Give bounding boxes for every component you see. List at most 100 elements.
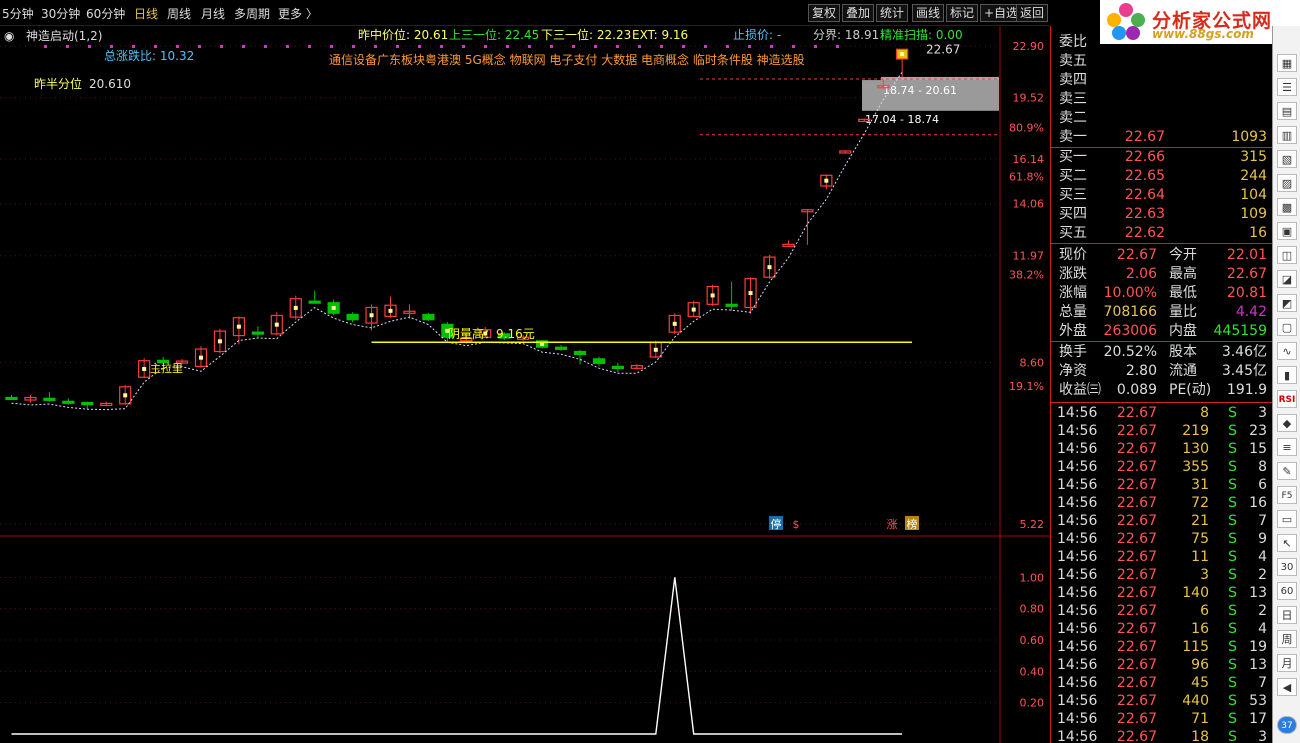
- stat-label: 涨幅: [1059, 285, 1087, 301]
- y-tick-label: 1.00: [1020, 571, 1045, 584]
- rsi-icon[interactable]: RSI: [1277, 390, 1297, 408]
- tf-weekly[interactable]: 周线: [167, 5, 191, 22]
- back-icon[interactable]: ◀: [1277, 678, 1297, 696]
- stat-label: 最低: [1169, 285, 1197, 301]
- table-icon[interactable]: ▤: [1277, 102, 1297, 120]
- tick-row: 14:56 22.67 8 S 3: [1051, 404, 1273, 422]
- tick-count: 17: [1249, 711, 1267, 727]
- kline-chart[interactable]: 20.61 - 20.8118.74 - 20.6117.04 - 18.74 …: [0, 26, 1050, 743]
- tf-multi[interactable]: 多周期: [234, 5, 270, 22]
- btn-stats[interactable]: 统计: [876, 4, 909, 22]
- tick-time: 14:56: [1057, 621, 1098, 637]
- marker-dot: [110, 45, 113, 48]
- doc-icon[interactable]: ▧: [1277, 150, 1297, 168]
- tick-count: 9: [1258, 531, 1267, 547]
- stat-row: 外盘 263006 内盘 445159: [1051, 322, 1273, 341]
- btn-back[interactable]: 返回: [1016, 4, 1049, 22]
- scan-label: 精准扫描: 0.00: [880, 28, 963, 42]
- tick-volume: 75: [1191, 531, 1209, 547]
- wave-icon[interactable]: ∿: [1277, 342, 1297, 360]
- btn-adjust[interactable]: 复权: [808, 4, 841, 22]
- y-tick-label: 0.20: [1020, 697, 1045, 710]
- tick-volume: 31: [1191, 477, 1209, 493]
- stat-row: 换手 20.52% 股本 3.46亿: [1051, 343, 1273, 362]
- tick-row: 14:56 22.67 3 S 2: [1051, 566, 1273, 584]
- sell-level-row: 卖五: [1051, 52, 1273, 71]
- stat-label: 换手: [1059, 344, 1087, 360]
- tick-side: S: [1228, 693, 1237, 709]
- btn-overlay[interactable]: 叠加: [842, 4, 875, 22]
- notification-badge[interactable]: 37: [1277, 716, 1297, 734]
- indicator-name: 神造启动(1,2): [26, 29, 102, 43]
- flag-text: 涨: [887, 518, 898, 531]
- kline-icon[interactable]: ▥: [1277, 126, 1297, 144]
- chart-area[interactable]: 20.61 - 20.8118.74 - 20.6117.04 - 18.74 …: [0, 26, 1050, 743]
- candle-body: [422, 313, 435, 321]
- marker-dot: [154, 45, 157, 48]
- sell-level-row: 卖二: [1051, 109, 1273, 128]
- marker-dot: [836, 45, 839, 48]
- tick-row: 14:56 22.67 96 S 13: [1051, 656, 1273, 674]
- period-week[interactable]: 周: [1277, 630, 1297, 648]
- tick-volume: 6: [1200, 603, 1209, 619]
- candle-marker: [388, 308, 393, 313]
- stat-row: 涨跌 2.06 最高 22.67: [1051, 265, 1273, 284]
- grid-icon[interactable]: ▦: [1277, 54, 1297, 72]
- list-icon[interactable]: ☰: [1277, 78, 1297, 96]
- btn-draw[interactable]: 画线: [912, 4, 945, 22]
- y-tick-label: 0.40: [1020, 665, 1045, 678]
- tick-row: 14:56 22.67 18 S 3: [1051, 728, 1273, 743]
- pointer-icon[interactable]: ↖: [1277, 534, 1297, 552]
- level-price: 22.64: [1124, 187, 1165, 203]
- tick-side: S: [1228, 495, 1237, 511]
- tick-side: S: [1228, 711, 1237, 727]
- tick-volume: 21: [1191, 513, 1209, 529]
- calendar-icon[interactable]: ▢: [1277, 318, 1297, 336]
- tf-monthly[interactable]: 月线: [201, 5, 225, 22]
- layers-icon[interactable]: ≡: [1277, 438, 1297, 456]
- period-60[interactable]: 60: [1277, 582, 1297, 600]
- collapse-icon[interactable]: ◉: [4, 29, 14, 43]
- level-price: 22.62: [1124, 225, 1165, 241]
- tf-more[interactable]: 更多 〉: [278, 5, 318, 22]
- btn-mark[interactable]: 标记: [946, 4, 979, 22]
- signal-line: [11, 577, 903, 735]
- tick-side: S: [1228, 531, 1237, 547]
- info-icon[interactable]: ◪: [1277, 270, 1297, 288]
- tick-volume: 8: [1200, 405, 1209, 421]
- monitor-icon[interactable]: ▭: [1277, 510, 1297, 528]
- tf-60min[interactable]: 60分钟: [86, 5, 125, 22]
- tf-30min[interactable]: 30分钟: [41, 5, 80, 22]
- tick-price: 22.67: [1116, 675, 1157, 691]
- bar-icon[interactable]: ▮: [1277, 366, 1297, 384]
- level-price: 22.65: [1124, 168, 1165, 184]
- news-icon[interactable]: ◩: [1277, 294, 1297, 312]
- pct-tick-label: 38.2%: [1009, 268, 1044, 281]
- fund-icon[interactable]: ◫: [1277, 246, 1297, 264]
- tick-count: 7: [1258, 513, 1267, 529]
- pen-icon[interactable]: ✎: [1277, 462, 1297, 480]
- tick-row: 14:56 22.67 440 S 53: [1051, 692, 1273, 710]
- period-month[interactable]: 月: [1277, 654, 1297, 672]
- buy-level-row: 买三 22.64 104: [1051, 186, 1273, 205]
- tick-row: 14:56 22.67 71 S 17: [1051, 710, 1273, 728]
- level-volume: 315: [1240, 149, 1267, 165]
- level-label: 买二: [1059, 168, 1087, 184]
- tick-count: 13: [1249, 657, 1267, 673]
- tf-daily[interactable]: 日线: [134, 5, 158, 22]
- f5-icon[interactable]: F5: [1277, 486, 1297, 504]
- period-30[interactable]: 30: [1277, 558, 1297, 576]
- tf-5min[interactable]: 5分钟: [2, 5, 34, 22]
- period-day[interactable]: 日: [1277, 606, 1297, 624]
- tick-count: 4: [1258, 549, 1267, 565]
- tick-volume: 72: [1191, 495, 1209, 511]
- pct-tick-label: 61.8%: [1009, 170, 1044, 183]
- y-tick-label: 5.22: [1020, 518, 1045, 531]
- marker-dot: [220, 45, 223, 48]
- tick-row: 14:56 22.67 115 S 19: [1051, 638, 1273, 656]
- report-icon[interactable]: ▣: [1277, 222, 1297, 240]
- y-tick-label: 14.06: [1013, 198, 1045, 211]
- page-icon[interactable]: ▨: [1277, 174, 1297, 192]
- chart-icon[interactable]: ▩: [1277, 198, 1297, 216]
- cube-icon[interactable]: ◆: [1277, 414, 1297, 432]
